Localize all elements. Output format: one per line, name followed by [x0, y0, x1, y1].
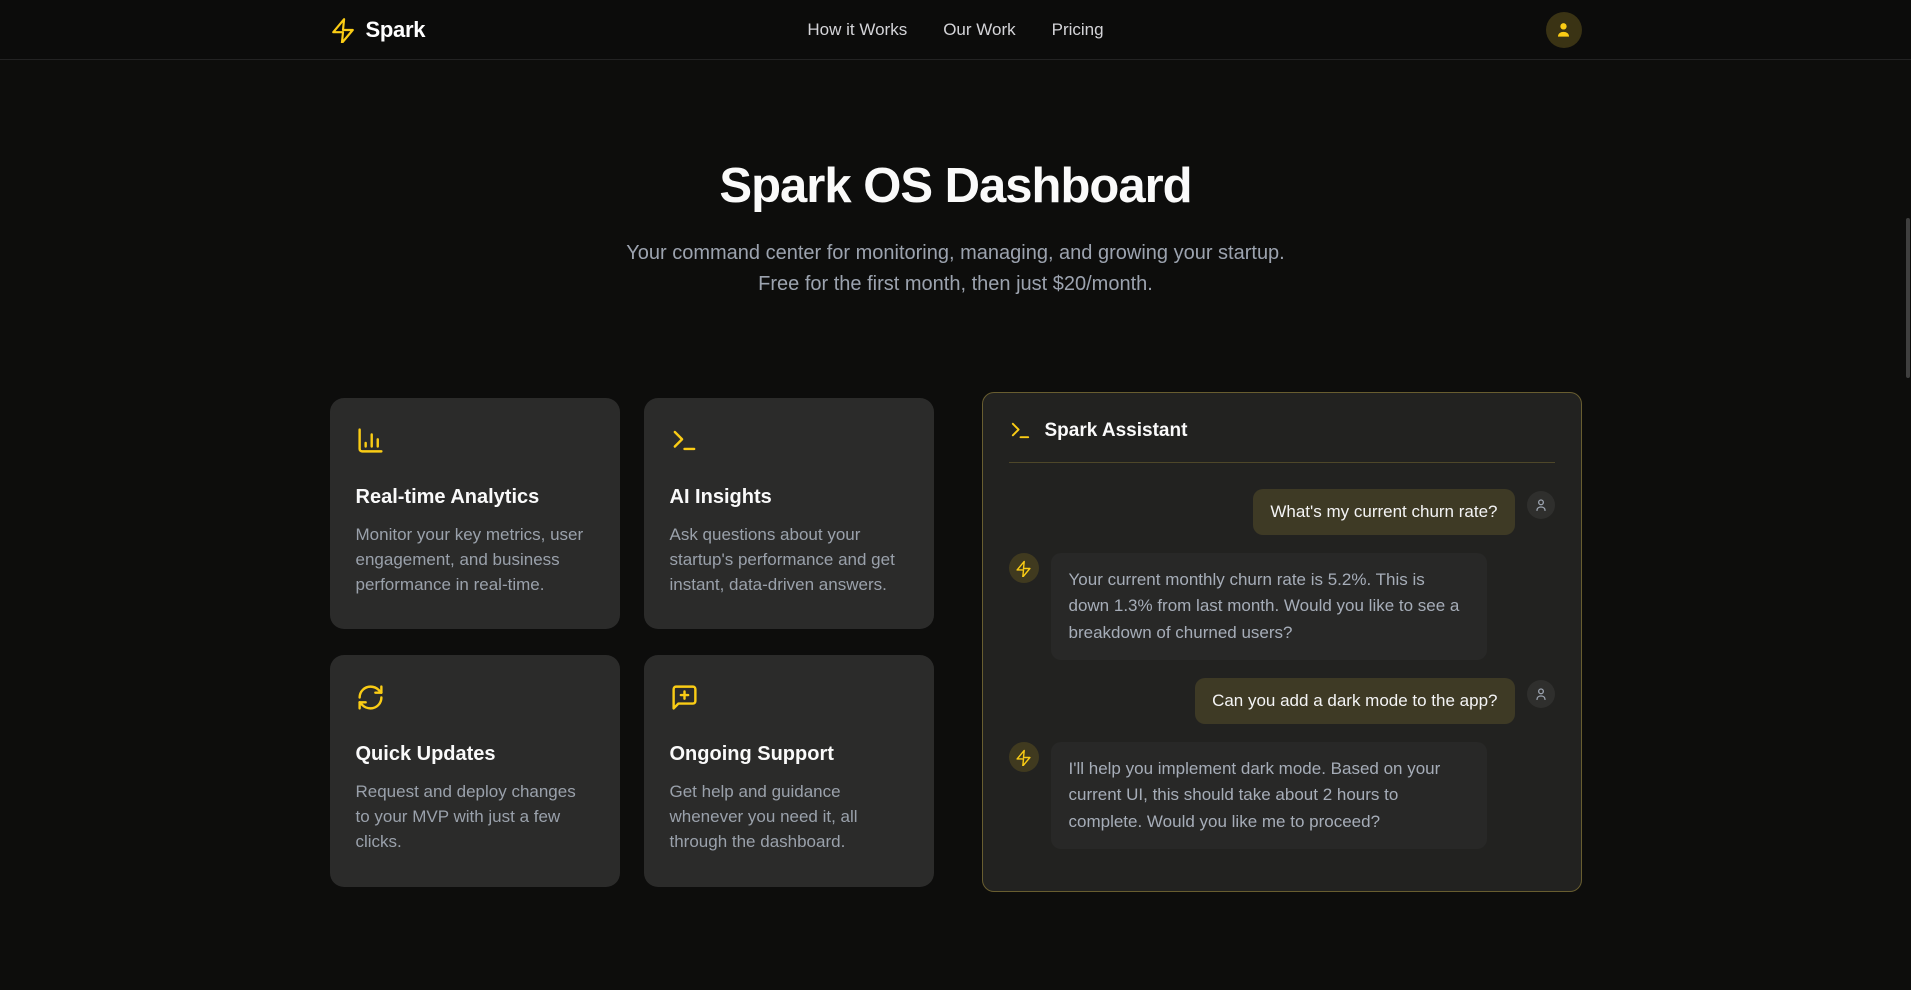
zap-icon	[1015, 560, 1032, 577]
panel-divider	[1009, 462, 1555, 463]
feature-cards-grid: Real-time Analytics Monitor your key met…	[330, 398, 934, 887]
refresh-icon	[356, 699, 385, 716]
nav-link-pricing[interactable]: Pricing	[1052, 20, 1104, 40]
card-ongoing-support[interactable]: Ongoing Support Get help and guidance wh…	[644, 655, 934, 886]
zap-icon	[330, 17, 356, 43]
card-title: Real-time Analytics	[356, 486, 594, 509]
nav-links: How it Works Our Work Pricing	[807, 20, 1103, 40]
chart-column-icon	[356, 442, 385, 459]
nav-link-how-it-works[interactable]: How it Works	[807, 20, 907, 40]
brand-name: Spark	[366, 17, 426, 43]
hero-section: Spark OS Dashboard Your command center f…	[0, 60, 1911, 300]
assistant-avatar	[1009, 742, 1039, 772]
user-message-bubble: What's my current churn rate?	[1253, 489, 1514, 535]
chat-message-user: Can you add a dark mode to the app?	[1009, 678, 1555, 724]
assistant-panel-title: Spark Assistant	[1045, 420, 1188, 442]
card-quick-updates[interactable]: Quick Updates Request and deploy changes…	[330, 655, 620, 886]
chat-message-assistant: Your current monthly churn rate is 5.2%.…	[1009, 553, 1555, 660]
main-content: Real-time Analytics Monitor your key met…	[0, 392, 1911, 892]
page-title: Spark OS Dashboard	[0, 158, 1911, 214]
zap-icon	[1015, 749, 1032, 766]
chat-message-user: What's my current churn rate?	[1009, 489, 1555, 535]
chat-messages: What's my current churn rate? Your curre…	[1009, 489, 1555, 849]
page-scrollbar-thumb[interactable]	[1906, 218, 1910, 378]
nav-container: Spark How it Works Our Work Pricing	[330, 0, 1582, 59]
card-title: Quick Updates	[356, 743, 594, 766]
assistant-panel-header: Spark Assistant	[1009, 419, 1555, 442]
user-avatar-button[interactable]	[1546, 12, 1582, 48]
nav-link-our-work[interactable]: Our Work	[943, 20, 1015, 40]
terminal-icon	[670, 442, 699, 459]
card-ai-insights[interactable]: AI Insights Ask questions about your sta…	[644, 398, 934, 629]
user-icon	[1554, 20, 1573, 39]
assistant-avatar	[1009, 553, 1039, 583]
spark-assistant-panel: Spark Assistant What's my current churn …	[982, 392, 1582, 892]
terminal-icon	[1009, 419, 1032, 442]
user-avatar	[1527, 491, 1555, 519]
card-real-time-analytics[interactable]: Real-time Analytics Monitor your key met…	[330, 398, 620, 629]
message-square-plus-icon	[670, 699, 699, 716]
user-message-bubble: Can you add a dark mode to the app?	[1195, 678, 1514, 724]
user-avatar	[1527, 680, 1555, 708]
assistant-message-bubble: Your current monthly churn rate is 5.2%.…	[1051, 553, 1487, 660]
user-icon	[1533, 497, 1549, 513]
card-description: Get help and guidance whenever you need …	[670, 779, 908, 854]
chat-message-assistant: I'll help you implement dark mode. Based…	[1009, 742, 1555, 849]
card-description: Monitor your key metrics, user engagemen…	[356, 522, 594, 597]
user-icon	[1533, 686, 1549, 702]
card-title: Ongoing Support	[670, 743, 908, 766]
assistant-message-bubble: I'll help you implement dark mode. Based…	[1051, 742, 1487, 849]
top-nav: Spark How it Works Our Work Pricing	[0, 0, 1911, 60]
card-description: Ask questions about your startup's perfo…	[670, 522, 908, 597]
card-description: Request and deploy changes to your MVP w…	[356, 779, 594, 854]
brand-logo[interactable]: Spark	[330, 17, 426, 43]
page-subtitle: Your command center for monitoring, mana…	[611, 238, 1301, 300]
card-title: AI Insights	[670, 486, 908, 509]
